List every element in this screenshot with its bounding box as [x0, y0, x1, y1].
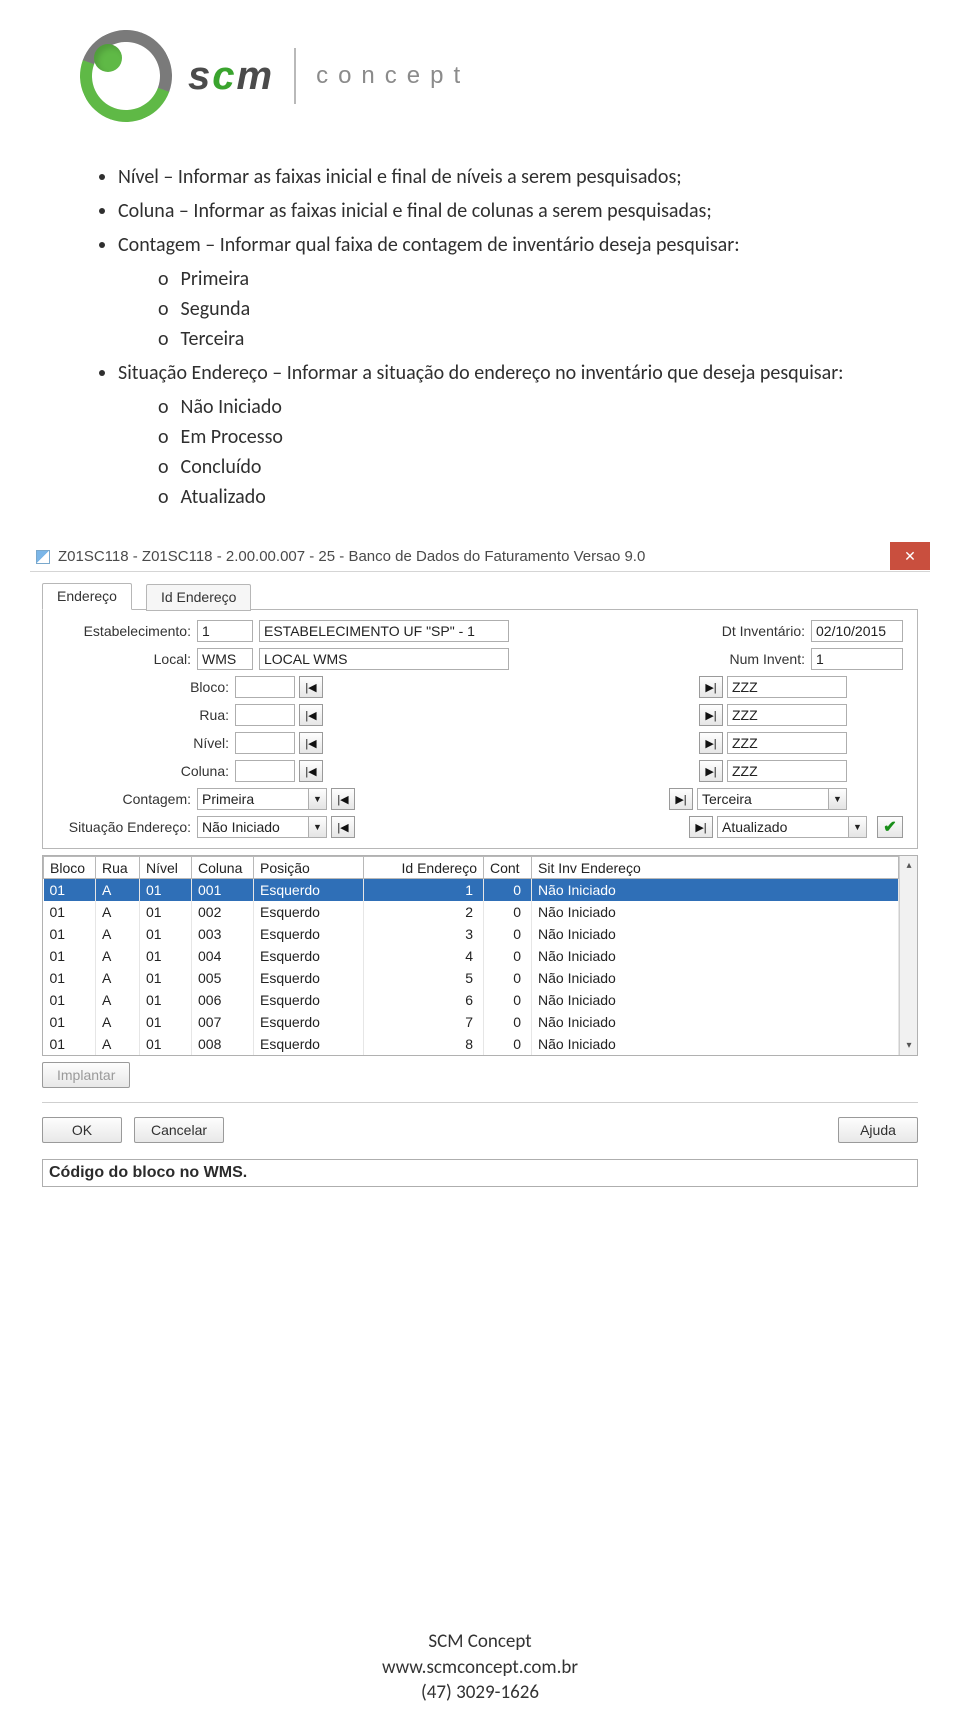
last-icon[interactable]: ▶| — [699, 760, 723, 782]
bloco-to-field[interactable]: ZZZ — [727, 676, 847, 698]
contagem-to-combo[interactable]: Terceira ▼ — [697, 788, 847, 810]
ajuda-button[interactable]: Ajuda — [838, 1117, 918, 1143]
footer-url: www.scmconcept.com.br — [0, 1655, 960, 1681]
table-row[interactable]: 01A01007Esquerdo70Não Iniciado — [44, 1011, 899, 1033]
col-coluna[interactable]: Coluna — [192, 857, 254, 879]
bullet-coluna: Coluna – Informar as faixas inicial e fi… — [118, 196, 870, 226]
local-code-field[interactable]: WMS — [197, 648, 253, 670]
first-icon[interactable]: |◀ — [331, 816, 355, 838]
label-estabelecimento: Estabelecimento: — [57, 623, 197, 639]
nivel-from-field[interactable] — [235, 732, 295, 754]
table-row[interactable]: 01A01005Esquerdo50Não Iniciado — [44, 967, 899, 989]
sub-primeira: Primeira — [158, 264, 870, 294]
label-local: Local: — [57, 651, 197, 667]
implantar-button[interactable]: Implantar — [42, 1062, 130, 1088]
footer-phone: (47) 3029-1626 — [0, 1680, 960, 1706]
table-row[interactable]: 01A01006Esquerdo60Não Iniciado — [44, 989, 899, 1011]
bullet-nivel: Nível – Informar as faixas inicial e fin… — [118, 162, 870, 192]
page-footer: SCM Concept www.scmconcept.com.br (47) 3… — [0, 1629, 960, 1706]
table-row[interactable]: 01A01001Esquerdo10Não Iniciado — [44, 879, 899, 901]
local-desc-field: LOCAL WMS — [259, 648, 509, 670]
close-icon[interactable]: ✕ — [890, 542, 930, 570]
sub-em-processo: Em Processo — [158, 422, 870, 452]
first-icon[interactable]: |◀ — [299, 704, 323, 726]
last-icon[interactable]: ▶| — [699, 676, 723, 698]
label-nivel: Nível: — [57, 735, 235, 751]
tab-id-endereco[interactable]: Id Endereço — [146, 584, 252, 611]
window-icon — [36, 550, 50, 564]
first-icon[interactable]: |◀ — [299, 732, 323, 754]
bullet-situacao: Situação Endereço – Informar a situação … — [118, 361, 844, 385]
col-rua[interactable]: Rua — [96, 857, 140, 879]
label-contagem: Contagem: — [57, 791, 197, 807]
estab-code-field[interactable]: 1 — [197, 620, 253, 642]
label-rua: Rua: — [57, 707, 235, 723]
last-icon[interactable]: ▶| — [669, 788, 693, 810]
chevron-down-icon[interactable]: ▼ — [308, 789, 326, 809]
scroll-up-icon[interactable]: ▴ — [900, 856, 918, 874]
estab-desc-field: ESTABELECIMENTO UF "SP" - 1 — [259, 620, 509, 642]
col-bloco[interactable]: Bloco — [44, 857, 96, 879]
table-row[interactable]: 01A01003Esquerdo30Não Iniciado — [44, 923, 899, 945]
table-row[interactable]: 01A01008Esquerdo80Não Iniciado — [44, 1033, 899, 1055]
logo-divider — [294, 48, 296, 104]
sub-atualizado: Atualizado — [158, 482, 870, 512]
rua-from-field[interactable] — [235, 704, 295, 726]
col-posicao[interactable]: Posição — [254, 857, 364, 879]
coluna-to-field[interactable]: ZZZ — [727, 760, 847, 782]
table-row[interactable]: 01A01002Esquerdo20Não Iniciado — [44, 901, 899, 923]
nivel-to-field[interactable]: ZZZ — [727, 732, 847, 754]
label-situacao-endereco: Situação Endereço: — [57, 819, 197, 835]
table-row[interactable]: 01A01004Esquerdo40Não Iniciado — [44, 945, 899, 967]
chevron-down-icon[interactable]: ▼ — [848, 817, 866, 837]
titlebar: Z01SC118 - Z01SC118 - 2.00.00.007 - 25 -… — [30, 542, 930, 572]
contagem-from-combo[interactable]: Primeira ▼ — [197, 788, 327, 810]
col-sit-inv[interactable]: Sit Inv Endereço — [532, 857, 899, 879]
sit-from-combo[interactable]: Não Iniciado ▼ — [197, 816, 327, 838]
label-coluna: Coluna: — [57, 763, 235, 779]
window-title: Z01SC118 - Z01SC118 - 2.00.00.007 - 25 -… — [58, 548, 645, 565]
first-icon[interactable]: |◀ — [299, 676, 323, 698]
sub-segunda: Segunda — [158, 294, 870, 324]
app-window: Z01SC118 - Z01SC118 - 2.00.00.007 - 25 -… — [30, 542, 930, 1187]
cancelar-button[interactable]: Cancelar — [134, 1117, 224, 1143]
bullet-list: Nível – Informar as faixas inicial e fin… — [0, 162, 960, 512]
last-icon[interactable]: ▶| — [699, 732, 723, 754]
logo-mark — [80, 30, 172, 122]
logo-scm: scm — [188, 54, 274, 99]
sub-nao-iniciado: Não Iniciado — [158, 392, 870, 422]
chevron-down-icon[interactable]: ▼ — [828, 789, 846, 809]
results-grid[interactable]: Bloco Rua Nível Coluna Posição Id Endere… — [42, 855, 918, 1056]
label-bloco: Bloco: — [57, 679, 235, 695]
sit-to-combo[interactable]: Atualizado ▼ — [717, 816, 867, 838]
sub-terceira: Terceira — [158, 324, 870, 354]
num-invent-field[interactable]: 1 — [811, 648, 903, 670]
sub-concluido: Concluído — [158, 452, 870, 482]
dt-inventario-field[interactable]: 02/10/2015 — [811, 620, 903, 642]
status-bar: Código do bloco no WMS. — [42, 1159, 918, 1187]
chevron-down-icon[interactable]: ▼ — [308, 817, 326, 837]
scroll-down-icon[interactable]: ▾ — [900, 1037, 918, 1055]
bloco-from-field[interactable] — [235, 676, 295, 698]
grid-scrollbar[interactable]: ▴ ▾ — [899, 856, 917, 1055]
col-id-endereco[interactable]: Id Endereço — [364, 857, 484, 879]
first-icon[interactable]: |◀ — [299, 760, 323, 782]
col-nivel[interactable]: Nível — [140, 857, 192, 879]
brand-header: scm concept — [0, 0, 960, 162]
col-cont[interactable]: Cont — [484, 857, 532, 879]
label-num-invent: Num Invent: — [509, 651, 811, 667]
ok-button[interactable]: OK — [42, 1117, 122, 1143]
logo-concept: concept — [316, 62, 470, 90]
tab-endereco[interactable]: Endereço — [42, 583, 132, 610]
label-dt-inventario: Dt Inventário: — [509, 623, 811, 639]
first-icon[interactable]: |◀ — [331, 788, 355, 810]
footer-name: SCM Concept — [0, 1629, 960, 1655]
bullet-contagem: Contagem – Informar qual faixa de contag… — [118, 233, 740, 257]
coluna-from-field[interactable] — [235, 760, 295, 782]
last-icon[interactable]: ▶| — [699, 704, 723, 726]
last-icon[interactable]: ▶| — [689, 816, 713, 838]
apply-filter-button[interactable]: ✔ — [877, 816, 903, 838]
filter-panel: Estabelecimento: 1 ESTABELECIMENTO UF "S… — [42, 609, 918, 849]
rua-to-field[interactable]: ZZZ — [727, 704, 847, 726]
